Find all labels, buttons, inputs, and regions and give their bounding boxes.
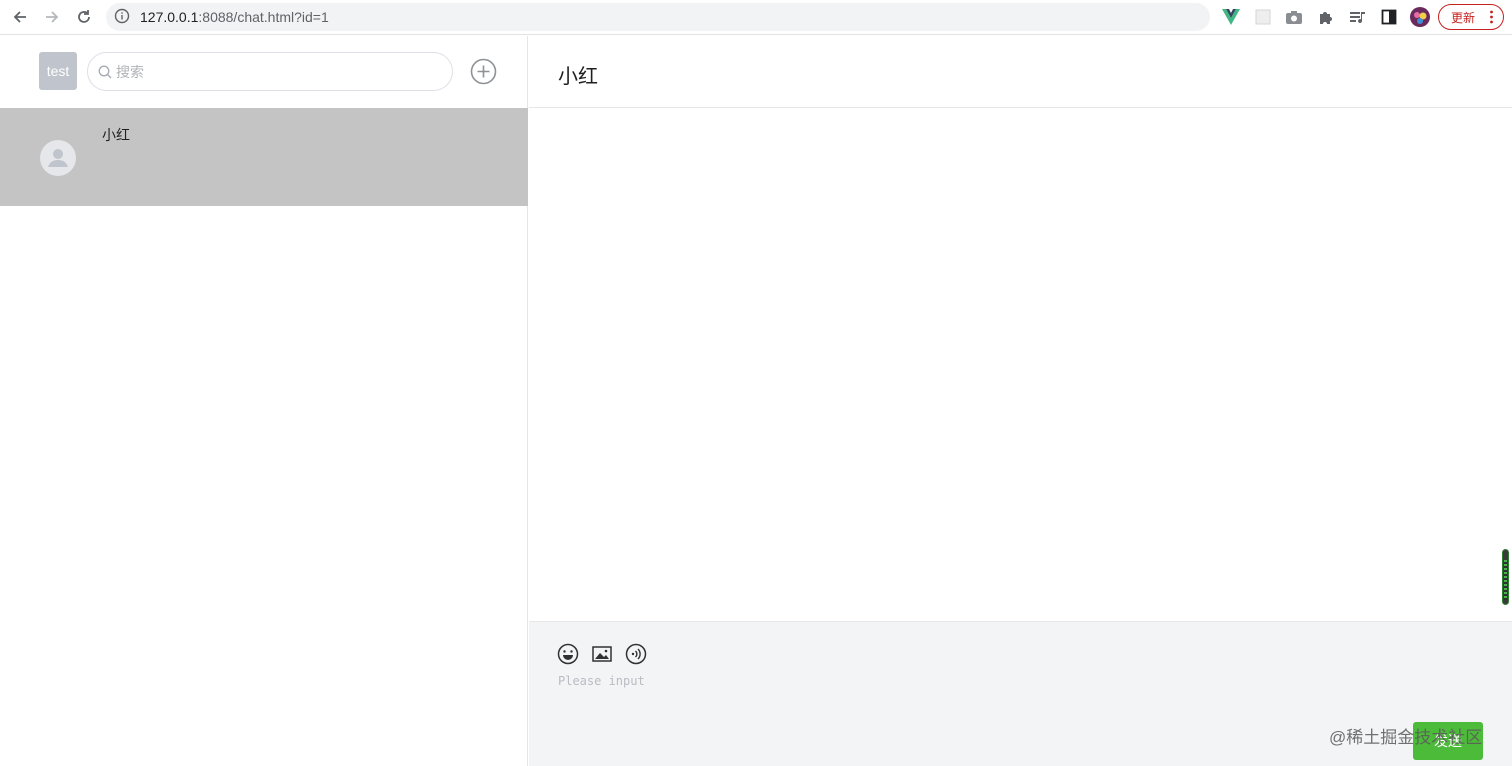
reading-list-icon[interactable] (1347, 6, 1369, 28)
message-area[interactable] (529, 109, 1512, 621)
image-button[interactable] (591, 643, 613, 665)
update-label: 更新 (1451, 10, 1476, 25)
user-avatar-text: test (46, 63, 70, 79)
side-panel-icon[interactable] (1378, 6, 1400, 28)
message-input[interactable] (558, 674, 1458, 714)
address-bar[interactable]: 127.0.0.1:8088/chat.html?id=1 (106, 3, 1210, 31)
profile-avatar-icon[interactable] (1409, 6, 1431, 28)
emoji-button[interactable] (557, 643, 579, 665)
reload-button[interactable] (72, 6, 96, 28)
back-button[interactable] (8, 6, 32, 28)
forward-button[interactable] (40, 6, 64, 28)
vue-devtools-extension-icon[interactable] (1220, 6, 1242, 28)
contact-avatar (40, 140, 76, 176)
arrow-right-icon (46, 11, 59, 23)
more-menu-icon (1490, 10, 1493, 24)
message-composer: 发送 @稀土掘金技术社区 (529, 621, 1512, 766)
search-input[interactable] (116, 61, 436, 83)
voice-button[interactable] (625, 643, 647, 665)
user-avatar[interactable]: test (39, 52, 77, 90)
contact-item-selected[interactable]: 小红 (0, 108, 528, 206)
puzzle-extensions-icon[interactable] (1315, 6, 1337, 28)
blank-extension-icon[interactable] (1252, 6, 1274, 28)
camera-extension-icon[interactable] (1283, 6, 1305, 28)
search-icon (98, 65, 112, 84)
chat-header: 小红 (529, 36, 1512, 108)
arrow-left-icon (13, 11, 26, 23)
url-text: 127.0.0.1:8088/chat.html?id=1 (140, 9, 329, 25)
scrollbar-thumb[interactable] (1502, 549, 1509, 605)
search-box[interactable] (87, 52, 453, 91)
update-browser-button[interactable]: 更新 (1438, 4, 1504, 30)
contact-name: 小红 (102, 127, 130, 143)
person-icon (48, 149, 68, 167)
contact-list: 小红 (0, 108, 528, 206)
image-icon (592, 646, 612, 662)
emoji-icon (557, 643, 579, 665)
plus-circle-icon (470, 58, 497, 85)
contacts-panel: test 小红 (0, 36, 528, 766)
add-contact-button[interactable] (470, 58, 497, 85)
contacts-header: test (0, 36, 528, 108)
voice-icon (625, 643, 647, 665)
browser-toolbar: 127.0.0.1:8088/chat.html?id=1 更新 (0, 0, 1512, 35)
chat-panel: 小红 发送 @稀土掘金技术社区 (529, 36, 1512, 766)
chat-title: 小红 (558, 66, 598, 88)
site-info-icon[interactable] (114, 8, 130, 29)
watermark-text: @稀土掘金技术社区 (1329, 728, 1483, 747)
reload-icon (78, 10, 90, 23)
